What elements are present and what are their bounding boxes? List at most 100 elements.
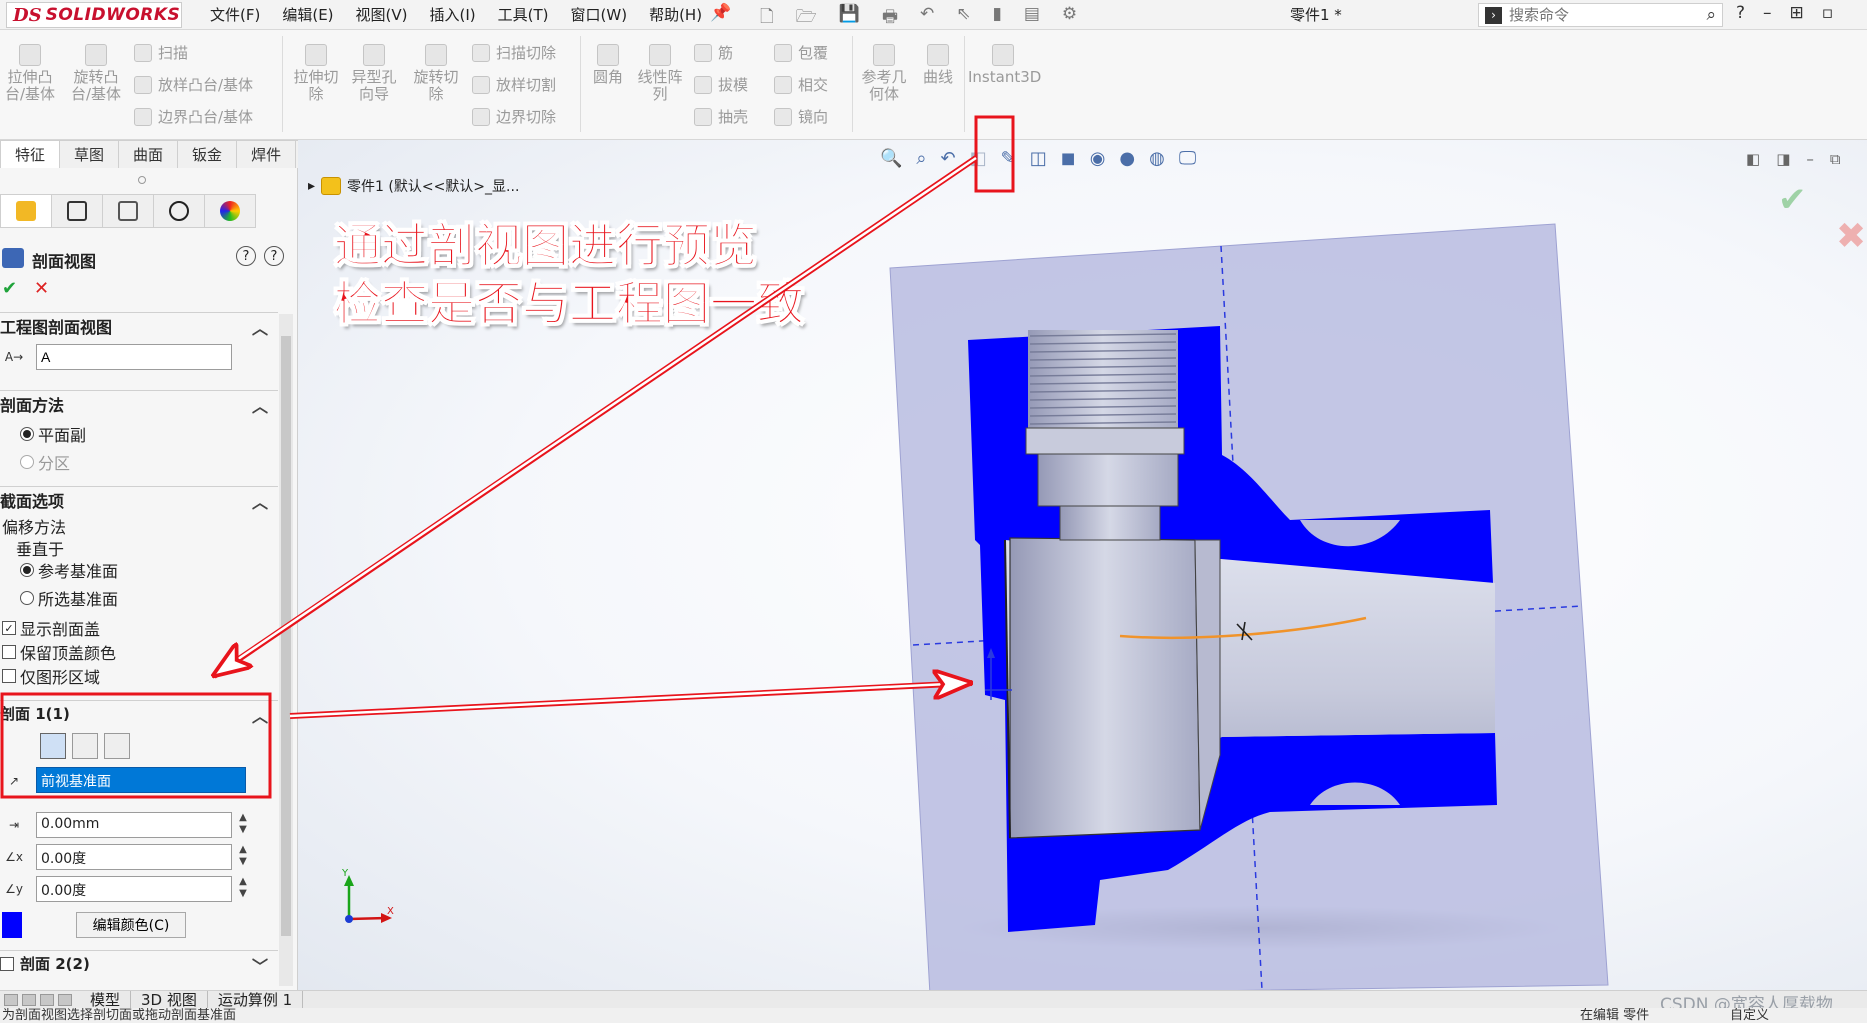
drawing-section-view-group[interactable]: 工程图剖面视图 ︿ — [0, 312, 278, 338]
help-question-icon[interactable]: ? — [1736, 3, 1745, 23]
section-view-icon[interactable]: ◧ — [970, 148, 987, 169]
apply-scene-icon[interactable]: ◍ — [1149, 148, 1165, 169]
sweep-button[interactable]: 扫描 — [134, 42, 188, 63]
extrude-boss-button[interactable]: 拉伸凸 台/基体 — [4, 44, 56, 103]
lofted-cut-button[interactable]: 放样切割 — [472, 74, 556, 95]
undo-icon[interactable]: ↶ — [920, 4, 934, 33]
collapse-chevron-icon[interactable]: ︿ — [252, 489, 268, 513]
panel-scrollbar[interactable] — [279, 314, 293, 986]
minimize-icon[interactable]: – — [1763, 3, 1772, 23]
extrude-cut-button[interactable]: 拉伸切 除 — [290, 44, 342, 103]
tab-sheet-metal[interactable]: 钣金 — [177, 140, 238, 168]
shell-button[interactable]: 抽壳 — [694, 106, 748, 127]
view-orientation-icon[interactable]: ◫ — [1030, 148, 1047, 169]
dimxpert-tab[interactable] — [153, 194, 205, 228]
detailed-help-icon[interactable]: ? — [236, 246, 256, 266]
first-tab-icon[interactable] — [4, 993, 18, 1006]
tile-left-icon[interactable]: ◧ — [1746, 150, 1760, 168]
section-name-field[interactable] — [36, 344, 232, 370]
status-units[interactable]: 自定义 — [1730, 1008, 1769, 1023]
zoom-to-fit-icon[interactable]: 🔍 — [880, 148, 902, 169]
help-icon[interactable]: ? — [264, 246, 284, 266]
tab-surfaces[interactable]: 曲面 — [118, 140, 179, 168]
feature-manager-tab[interactable] — [0, 194, 52, 228]
tab-3d-view[interactable]: 3D 视图 — [131, 990, 208, 1009]
boundary-boss-button[interactable]: 边界凸台/基体 — [134, 106, 253, 127]
menu-tools[interactable]: 工具(T) — [498, 4, 549, 25]
section-face-type-icon[interactable] — [104, 733, 130, 759]
solidworks-logo[interactable]: DS SOLIDWORKS — [6, 2, 182, 28]
reference-plane-radio[interactable]: 参考基准面 — [20, 558, 118, 582]
rotation-x-field[interactable]: 0.00度 — [36, 844, 232, 870]
edit-color-button[interactable]: 编辑颜色(C) — [76, 912, 186, 938]
panel-splitter-handle[interactable] — [138, 176, 146, 184]
tab-features[interactable]: 特征 — [0, 140, 61, 168]
hole-wizard-button[interactable]: 异型孔 向导 — [348, 44, 400, 103]
method-planar-radio[interactable]: 平面副 — [20, 422, 86, 446]
menu-view[interactable]: 视图(V) — [356, 4, 408, 25]
tab-model[interactable]: 模型 — [80, 990, 132, 1009]
print-icon[interactable]: 🖶 — [882, 4, 898, 33]
confirm-corner-cancel-icon[interactable]: ✖ — [1836, 216, 1866, 257]
reference-geometry-button[interactable]: 参考几 何体 — [858, 44, 910, 103]
search-input[interactable] — [1509, 6, 1679, 24]
instant3d-button[interactable]: Instant3D — [968, 44, 1041, 86]
section-distance-field[interactable]: 0.00mm — [36, 812, 232, 838]
fillet-button[interactable]: 圆角 — [586, 44, 630, 86]
menu-insert[interactable]: 插入(I) — [430, 4, 476, 25]
expand-arrow-icon[interactable]: ▸ — [308, 178, 315, 194]
last-tab-icon[interactable] — [58, 993, 72, 1006]
tab-weldments[interactable]: 焊件 — [236, 140, 297, 168]
close-window-icon[interactable]: ▫ — [1822, 3, 1834, 23]
zoom-to-area-icon[interactable]: ⌕ — [916, 148, 926, 169]
viewport-minimize-icon[interactable]: – — [1806, 150, 1814, 168]
tab-sketch[interactable]: 草图 — [59, 140, 120, 168]
menu-edit[interactable]: 编辑(E) — [282, 4, 333, 25]
expand-chevron-icon[interactable]: ﹀ — [252, 953, 268, 977]
file-properties-icon[interactable]: ▤ — [1024, 4, 1040, 33]
viewport-restore-icon[interactable]: ⧉ — [1830, 150, 1841, 168]
save-icon[interactable]: 💾 — [839, 4, 860, 33]
section-surface-type-icon[interactable] — [72, 733, 98, 759]
new-document-icon[interactable]: 🗋 — [760, 4, 774, 33]
linear-pattern-button[interactable]: 线性阵 列 — [634, 44, 686, 103]
search-icon[interactable]: ⌕ — [1706, 5, 1716, 25]
previous-view-icon[interactable]: ↶ — [941, 148, 956, 169]
collapse-chevron-icon[interactable]: ︿ — [252, 703, 268, 727]
tab-motion-study[interactable]: 运动算例 1 — [208, 990, 304, 1009]
next-tab-icon[interactable] — [40, 993, 54, 1006]
menu-window[interactable]: 窗口(W) — [571, 4, 628, 25]
menu-file[interactable]: 文件(F) — [210, 4, 260, 25]
rotation-y-field[interactable]: 0.00度 — [36, 876, 232, 902]
confirm-corner-ok-icon[interactable]: ✔ — [1778, 180, 1807, 220]
options-gear-icon[interactable]: ⚙ — [1062, 4, 1077, 33]
swept-cut-button[interactable]: 扫描切除 — [472, 42, 556, 63]
collapse-chevron-icon[interactable]: ︿ — [252, 315, 268, 339]
method-zonal-radio[interactable]: 分区 — [20, 450, 70, 474]
rebuild-icon[interactable]: ▮ — [993, 4, 1002, 33]
restore-icon[interactable]: ⊞ — [1790, 3, 1804, 23]
collapse-chevron-icon[interactable]: ︿ — [252, 393, 268, 417]
boundary-cut-button[interactable]: 边界切除 — [472, 106, 556, 127]
section-2-group[interactable]: 剖面 2(2) ﹀ — [0, 950, 278, 976]
open-folder-icon[interactable]: 🗁 — [796, 4, 817, 33]
selected-plane-radio[interactable]: 所选基准面 — [20, 586, 118, 610]
edit-appearance-icon[interactable]: ● — [1119, 148, 1135, 169]
tile-right-icon[interactable]: ◨ — [1776, 150, 1790, 168]
curves-button[interactable]: 曲线 — [916, 44, 960, 86]
view-settings-icon[interactable]: 🖵 — [1179, 148, 1196, 169]
show-section-cap-checkbox[interactable]: ✓ 显示剖面盖 — [2, 616, 100, 640]
section-color-swatch[interactable] — [2, 912, 22, 938]
cancel-button[interactable]: ✕ — [34, 278, 49, 299]
graphics-only-checkbox[interactable]: 仅图形区域 — [2, 664, 100, 688]
keep-cap-color-checkbox[interactable]: 保留顶盖颜色 — [2, 640, 116, 664]
section-2-checkbox[interactable] — [0, 956, 14, 971]
angle-x-spinner[interactable]: ▲ ▼ — [236, 844, 250, 870]
section-plane-field[interactable]: 前视基准面 — [36, 767, 246, 793]
wrap-button[interactable]: 包覆 — [774, 42, 828, 63]
revolve-cut-button[interactable]: 旋转切 除 — [410, 44, 462, 103]
loft-boss-button[interactable]: 放样凸台/基体 — [134, 74, 253, 95]
hide-show-items-icon[interactable]: ◉ — [1090, 148, 1106, 169]
revolve-boss-button[interactable]: 旋转凸 台/基体 — [70, 44, 122, 103]
flyout-feature-tree[interactable]: ▸ 零件1 (默认<<默认>_显... — [308, 176, 519, 196]
